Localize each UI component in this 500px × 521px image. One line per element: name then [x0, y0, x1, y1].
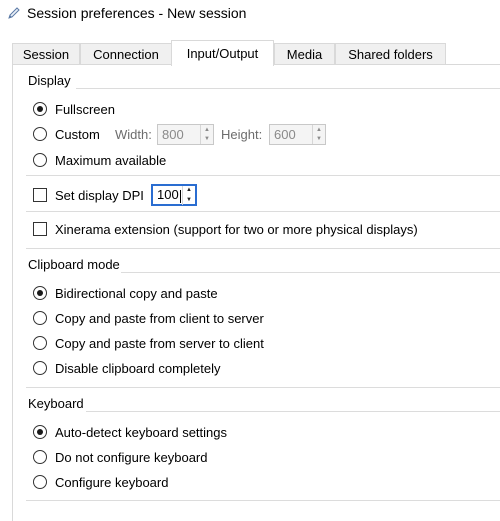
clipboard-server-to-client-radio[interactable] — [33, 336, 47, 350]
clipboard-option-label: Copy and paste from server to client — [55, 335, 264, 351]
clipboard-bidirectional-radio[interactable] — [33, 286, 47, 300]
tab-media[interactable]: Media — [274, 43, 335, 65]
keyboard-option-label: Configure keyboard — [55, 474, 169, 490]
keyboard-do-not-configure-radio[interactable] — [33, 450, 47, 464]
custom-option[interactable]: Custom — [33, 125, 100, 143]
fullscreen-option[interactable]: Fullscreen — [33, 100, 115, 118]
clipboard-option-disable[interactable]: Disable clipboard completely — [33, 359, 220, 377]
clipboard-group-bottom — [26, 387, 500, 388]
clipboard-option-server-to-client[interactable]: Copy and paste from server to client — [33, 334, 264, 352]
keyboard-group-bottom — [26, 500, 500, 501]
tab-connection[interactable]: Connection — [80, 43, 172, 65]
width-label: Width: — [115, 127, 152, 142]
xinerama-checkbox[interactable] — [33, 222, 47, 236]
clipboard-option-bidirectional[interactable]: Bidirectional copy and paste — [33, 284, 218, 302]
display-group-bottom — [26, 248, 500, 249]
tab-input-output[interactable]: Input/Output — [171, 40, 274, 66]
maximum-option[interactable]: Maximum available — [33, 151, 166, 169]
clipboard-option-label: Copy and paste from client to server — [55, 310, 264, 326]
keyboard-option-label: Auto-detect keyboard settings — [55, 424, 227, 440]
dpi-value: 100 — [157, 187, 181, 203]
spin-down-icon[interactable]: ▼ — [183, 195, 195, 205]
height-value: 600 — [274, 127, 296, 142]
spin-up-icon[interactable]: ▲ — [201, 125, 213, 135]
tab-bar: Session Connection Input/Output Media Sh… — [0, 40, 500, 66]
width-value: 800 — [162, 127, 184, 142]
clipboard-group-title: Clipboard mode — [28, 257, 120, 272]
width-spin-arrows[interactable]: ▲ ▼ — [200, 125, 213, 144]
window-title: Session preferences - New session — [27, 5, 247, 21]
xinerama-option[interactable]: Xinerama extension (support for two or m… — [33, 220, 418, 238]
keyboard-option-label: Do not configure keyboard — [55, 449, 208, 465]
tab-session[interactable]: Session — [12, 43, 80, 65]
dpi-divider — [26, 175, 500, 176]
height-label: Height: — [221, 127, 263, 142]
spin-down-icon[interactable]: ▼ — [313, 135, 325, 145]
xinerama-label: Xinerama extension (support for two or m… — [55, 221, 418, 237]
height-spin-arrows[interactable]: ▲ ▼ — [312, 125, 325, 144]
spin-down-icon[interactable]: ▼ — [201, 135, 213, 145]
height-spinbox[interactable]: 600 ▲ ▼ — [269, 124, 326, 145]
clipboard-option-label: Bidirectional copy and paste — [55, 285, 218, 301]
clipboard-disable-radio[interactable] — [33, 361, 47, 375]
custom-radio[interactable] — [33, 127, 47, 141]
maximum-radio[interactable] — [33, 153, 47, 167]
keyboard-option-configure[interactable]: Configure keyboard — [33, 473, 168, 491]
xinerama-divider — [26, 211, 500, 212]
clipboard-option-label: Disable clipboard completely — [55, 360, 221, 376]
fullscreen-radio[interactable] — [33, 102, 47, 116]
keyboard-group-title: Keyboard — [28, 396, 84, 411]
text-caret — [179, 189, 181, 203]
display-group-title: Display — [28, 73, 71, 88]
spin-up-icon[interactable]: ▲ — [183, 186, 195, 196]
clipboard-option-client-to-server[interactable]: Copy and paste from client to server — [33, 309, 264, 327]
keyboard-divider — [86, 411, 500, 412]
width-spinbox[interactable]: 800 ▲ ▼ — [157, 124, 214, 145]
dpi-spin-arrows[interactable]: ▲ ▼ — [182, 185, 195, 205]
keyboard-option-do-not-configure[interactable]: Do not configure keyboard — [33, 448, 207, 466]
set-dpi-option[interactable]: Set display DPI — [33, 186, 144, 204]
tab-shared-folders[interactable]: Shared folders — [335, 43, 446, 65]
fullscreen-label: Fullscreen — [55, 101, 115, 117]
title-bar: Session preferences - New session — [0, 0, 500, 28]
custom-label: Custom — [55, 126, 100, 142]
display-divider — [76, 88, 500, 89]
dpi-spinbox[interactable]: 100 ▲ ▼ — [151, 184, 197, 206]
keyboard-configure-radio[interactable] — [33, 475, 47, 489]
keyboard-option-autodetect[interactable]: Auto-detect keyboard settings — [33, 423, 227, 441]
set-dpi-label: Set display DPI — [55, 187, 144, 203]
pencil-icon — [8, 7, 20, 19]
clipboard-divider — [121, 272, 500, 273]
clipboard-client-to-server-radio[interactable] — [33, 311, 47, 325]
maximum-label: Maximum available — [55, 152, 167, 168]
spin-up-icon[interactable]: ▲ — [313, 125, 325, 135]
set-dpi-checkbox[interactable] — [33, 188, 47, 202]
keyboard-autodetect-radio[interactable] — [33, 425, 47, 439]
